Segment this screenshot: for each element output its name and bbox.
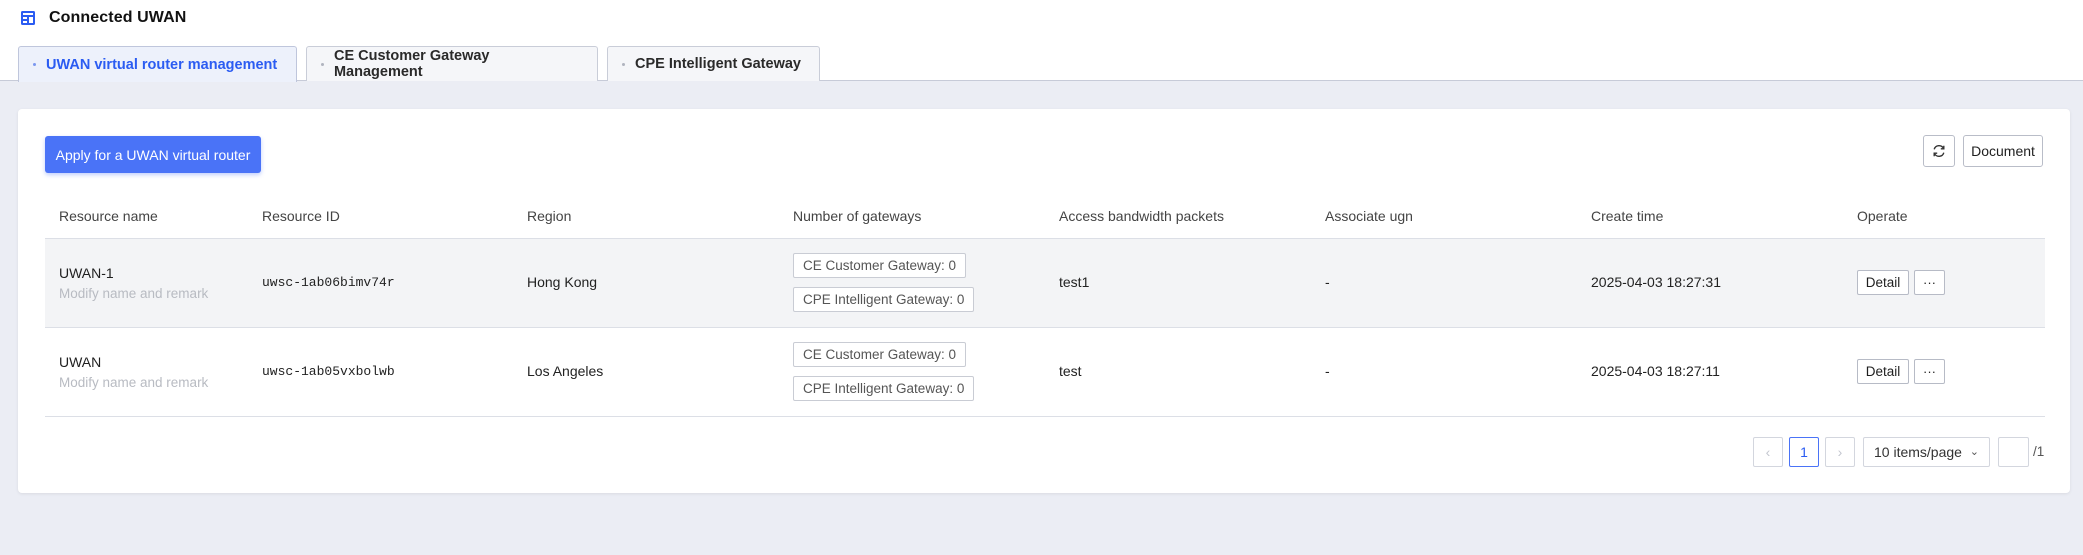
page-title: Connected UWAN [49,9,187,26]
app-header: Connected UWAN [20,8,186,28]
page-jump-input[interactable] [1998,437,2029,467]
associate-ugn: - [1325,274,1330,290]
resource-name: UWAN-1 [59,265,114,281]
gateways-cell: CE Customer Gateway: 0 CPE Intelligent G… [793,253,975,321]
resource-id: uwsc-1ab06bimv74r [262,275,395,290]
uwan-router-table: Resource name Resource ID Region Number … [45,199,2045,417]
more-actions-button[interactable]: ··· [1914,270,1945,295]
gateways-cell: CE Customer Gateway: 0 CPE Intelligent G… [793,342,975,410]
tab-dot-icon [622,62,625,66]
create-time: 2025-04-03 18:27:11 [1591,363,1720,379]
ce-gateway-count-tag: CE Customer Gateway: 0 [793,342,967,367]
content-card: Apply for a UWAN virtual router Document… [18,109,2070,493]
network-grid-icon [21,11,35,25]
column-header-access-bandwidth-packets: Access bandwidth packets [1059,208,1224,224]
operate-cell: Detail ··· [1857,359,1945,384]
table-row: UWAN Modify name and remark uwsc-1ab05vx… [45,328,2045,417]
table-row: UWAN-1 Modify name and remark uwsc-1ab06… [45,239,2045,328]
refresh-icon [1933,145,1945,157]
pagination: ‹ 1 › 10 items/page ⌄ /1 [18,437,2070,467]
region: Los Angeles [527,363,604,379]
detail-button[interactable]: Detail [1857,359,1909,384]
detail-button[interactable]: Detail [1857,270,1909,295]
tab-uwan-virtual-router-management[interactable]: UWAN virtual router management [18,46,297,82]
chevron-down-icon: ⌄ [1969,446,1979,458]
tab-dot-icon [321,62,324,66]
tab-label: UWAN virtual router management [46,56,278,73]
column-header-number-of-gateways: Number of gateways [793,208,922,224]
table-header: Resource name Resource ID Region Number … [45,199,2045,239]
column-header-operate: Operate [1857,208,1908,224]
column-header-resource-name: Resource name [59,208,158,224]
refresh-button[interactable] [1923,135,1955,167]
column-header-create-time: Create time [1591,208,1664,224]
resource-name-cell: UWAN-1 Modify name and remark [59,265,208,301]
column-header-region: Region [527,208,572,224]
modify-name-remark-link[interactable]: Modify name and remark [59,375,208,390]
bandwidth-packet: test [1059,363,1082,379]
top-bar: Connected UWAN UWAN virtual router manag… [0,0,2083,82]
resource-name: UWAN [59,354,102,370]
cpe-gateway-count-tag: CPE Intelligent Gateway: 0 [793,287,975,312]
tab-dot-icon [33,63,36,66]
previous-page-button[interactable]: ‹ [1753,437,1783,467]
tab-cpe-intelligent-gateway[interactable]: CPE Intelligent Gateway [607,46,820,81]
more-actions-button[interactable]: ··· [1914,359,1945,384]
ce-gateway-count-tag: CE Customer Gateway: 0 [793,253,967,278]
tab-label: CPE Intelligent Gateway [635,56,801,72]
total-pages: /1 [2033,444,2045,459]
resource-name-cell: UWAN Modify name and remark [59,354,208,390]
page-number-button[interactable]: 1 [1789,437,1819,467]
operate-cell: Detail ··· [1857,270,1945,295]
tab-label: CE Customer Gateway Management [333,48,490,80]
column-header-resource-id: Resource ID [262,208,340,224]
cpe-gateway-count-tag: CPE Intelligent Gateway: 0 [793,376,975,401]
tab-bar: UWAN virtual router management CE Custom… [18,46,829,82]
modify-name-remark-link[interactable]: Modify name and remark [59,286,208,301]
next-page-button[interactable]: › [1825,437,1855,467]
apply-uwan-router-button[interactable]: Apply for a UWAN virtual router [45,136,261,173]
bandwidth-packet: test1 [1059,274,1090,290]
page-size-select[interactable]: 10 items/page ⌄ [1863,437,1990,467]
document-button[interactable]: Document [1963,135,2043,167]
column-header-associate-ugn: Associate ugn [1325,208,1413,224]
resource-id: uwsc-1ab05vxbolwb [262,364,395,379]
tab-ce-customer-gateway-management[interactable]: CE Customer Gateway Management [306,46,598,81]
region: Hong Kong [527,274,598,290]
page-size-value: 10 items/page [1874,444,1962,460]
create-time: 2025-04-03 18:27:31 [1591,274,1721,290]
associate-ugn: - [1325,363,1330,379]
